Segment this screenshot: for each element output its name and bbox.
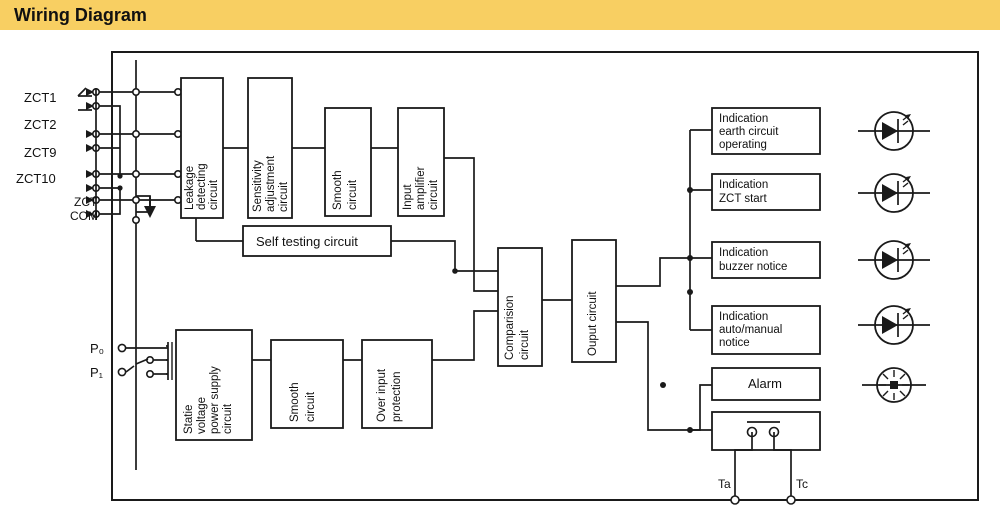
- block-smooth-circuit-power: Smooth circuit: [252, 339, 344, 429]
- ind-zct-line2: ZCT start: [719, 193, 768, 205]
- zct-label-9: ZCT9: [24, 145, 57, 160]
- block-smooth2-line1: Smooth: [289, 382, 301, 422]
- symbol-led-buzzer-notice: [858, 240, 930, 280]
- block-inputamp-line2: amplifier: [415, 166, 427, 210]
- block-smooth-circuit-signal: Smooth circuit: [292, 107, 372, 217]
- block-inputamp-line3: circuit: [428, 179, 440, 210]
- block-selftest-label: Self testing circuit: [256, 234, 358, 249]
- diagram-canvas: ZCT1 ZCT2 ZCT9 ZCT10 ZCT COM Leakage det…: [0, 30, 1000, 520]
- ind-earth-line1: Indication: [719, 113, 768, 125]
- block-comparision-line2: circuit: [519, 329, 531, 360]
- zct-label-1: ZCT1: [24, 90, 57, 105]
- zct-com-label-line1: ZCT: [74, 195, 98, 209]
- block-comparision-circuit: Comparision circuit: [497, 247, 543, 367]
- block-overinput-line1: Over input: [376, 368, 388, 422]
- ind-buzzer-line2: buzzer notice: [719, 261, 787, 273]
- block-indication-auto-manual-notice: Indication auto/manual notice: [711, 305, 821, 355]
- block-self-testing-circuit: Self testing circuit: [195, 218, 498, 274]
- page-title: Wiring Diagram: [14, 5, 147, 25]
- zct-input-terminals: ZCT1 ZCT2 ZCT9 ZCT10 ZCT COM: [16, 87, 101, 223]
- block-alarm: Alarm: [711, 367, 821, 401]
- relay-label-ta: Ta: [718, 477, 731, 491]
- symbol-led-earth-circuit: [858, 111, 930, 151]
- symbol-led-auto-manual-notice: [858, 305, 930, 345]
- block-output-label: Ouput circuit: [587, 291, 599, 356]
- block-leakage-line1: Leakage: [184, 166, 196, 210]
- block-smooth1-line2: circuit: [347, 179, 359, 210]
- block-sensitivity-line3: circuit: [278, 181, 290, 212]
- block-statie-line3: power supply: [209, 366, 221, 434]
- ind-buzzer-line1: Indication: [719, 247, 768, 259]
- block-leakage-line2: detecting: [196, 163, 208, 210]
- zct-com-label-line2: COM: [70, 209, 98, 223]
- ind-earth-line2: earth circuit: [719, 126, 779, 138]
- zct-label-2: ZCT2: [24, 117, 57, 132]
- block-statie-line2: voltage: [196, 397, 208, 434]
- block-sensitivity-line2: adjustment: [265, 155, 277, 212]
- block-leakage-line3: circuit: [208, 179, 220, 210]
- ind-auto-line1: Indication: [719, 311, 768, 323]
- symbol-led-zct-start: [858, 173, 930, 213]
- block-statie-line1: Statie: [183, 405, 195, 434]
- block-leakage-detecting-circuit: Leakage detecting circuit: [180, 77, 224, 219]
- ind-auto-line3: notice: [719, 337, 750, 349]
- block-inputamp-line1: Input: [402, 184, 414, 210]
- wire-power-to-comparision: [432, 310, 498, 361]
- relay-contact-block: Ta Tc: [711, 411, 821, 505]
- alarm-label: Alarm: [748, 376, 782, 391]
- power-input-terminals: P₀ P₁: [90, 341, 168, 380]
- block-statie-voltage-power-supply-circuit: Statie voltage power supply circuit: [175, 329, 253, 441]
- zct-label-10: ZCT10: [16, 171, 56, 186]
- power-label-p1: P₁: [90, 365, 104, 380]
- wiring-diagram-page: Wiring Diagram ZCT1 ZCT2 ZCT9 ZCT10 ZCT …: [0, 0, 1000, 520]
- block-overinput-line2: protection: [391, 371, 403, 422]
- block-statie-line4: circuit: [222, 403, 234, 434]
- block-input-amplifier-circuit: Input amplifier circuit: [371, 107, 445, 217]
- ind-zct-line1: Indication: [719, 179, 768, 191]
- ind-earth-line3: operating: [719, 139, 767, 151]
- block-smooth1-line1: Smooth: [332, 170, 344, 210]
- block-indication-earth-circuit-operating: Indication earth circuit operating: [711, 107, 821, 155]
- page-header-banner: Wiring Diagram: [0, 0, 1000, 30]
- symbol-buzzer-lamp: [862, 367, 926, 403]
- block-ouput-circuit: Ouput circuit: [571, 239, 617, 363]
- block-sensitivity-adjustment-circuit: Sensitivity adjustment circuit: [223, 77, 293, 219]
- zct-terminal-pair-2: [86, 130, 101, 153]
- zct-terminal-pair-9: [86, 170, 101, 193]
- block-indication-zct-start: Indication ZCT start: [711, 173, 821, 211]
- block-over-input-protection: Over input protection: [343, 339, 433, 429]
- block-comparision-line1: Comparision: [504, 295, 516, 360]
- power-label-p0: P₀: [90, 341, 104, 356]
- block-indication-buzzer-notice: Indication buzzer notice: [711, 241, 821, 279]
- output-distribution-bus: [616, 129, 712, 433]
- ind-auto-line2: auto/manual: [719, 324, 782, 336]
- block-sensitivity-line1: Sensitivity: [252, 160, 264, 212]
- block-smooth2-line2: circuit: [305, 391, 317, 422]
- relay-label-tc: Tc: [796, 477, 808, 491]
